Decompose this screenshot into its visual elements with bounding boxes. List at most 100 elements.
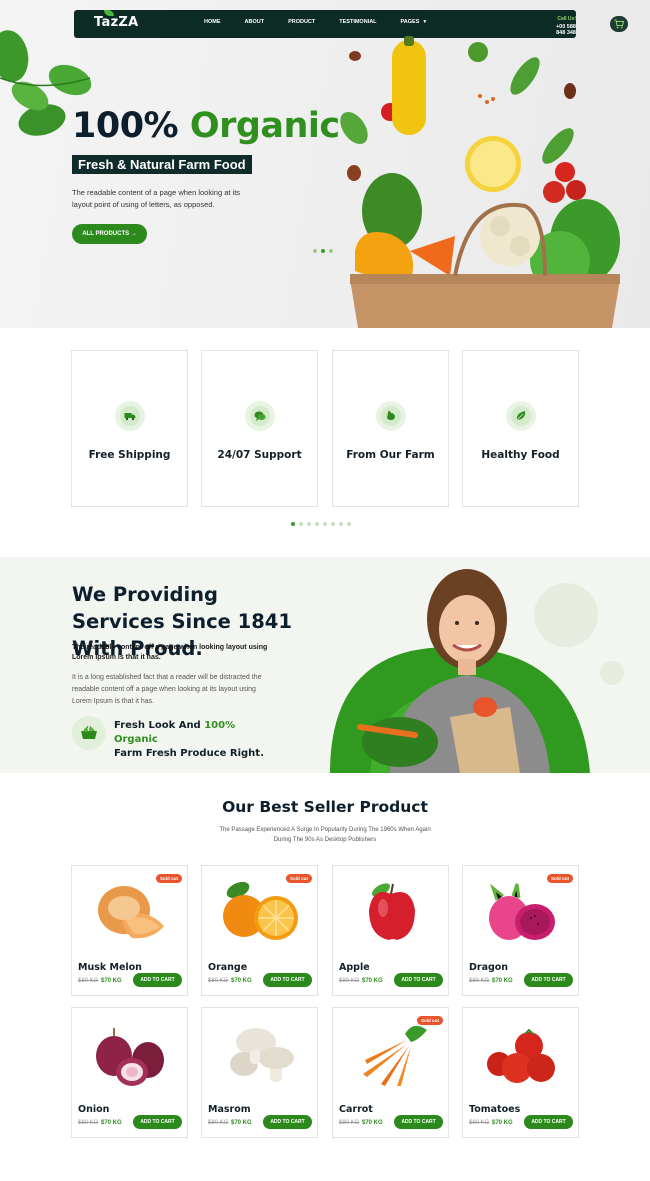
support-chat-icon: [254, 411, 266, 421]
feature-icon-bg: [115, 401, 145, 431]
product-old-price: $80 KG: [78, 978, 99, 984]
feature-card-healthy[interactable]: Healthy Food: [462, 350, 579, 507]
product-card[interactable]: Onion $80 KG $70 KG ADD TO CART: [71, 1007, 188, 1138]
products-description: The Passage Experienced A Surge In Popul…: [219, 827, 431, 843]
woman-with-groceries-image: [330, 569, 624, 773]
product-name: Carrot: [339, 1104, 373, 1115]
slider-dot[interactable]: [331, 522, 335, 526]
feature-label: 24/07 Support: [217, 449, 302, 461]
product-card[interactable]: Sold out Carrot $80 KG $70 KG ADD TO CAR…: [332, 1007, 449, 1138]
logo[interactable]: TazZA: [94, 10, 139, 30]
musk-melon-image: [98, 886, 164, 939]
product-old-price: $80 KG: [208, 978, 229, 984]
feature-card-farm[interactable]: From Our Farm: [332, 350, 449, 507]
product-price: $70 KG: [362, 978, 383, 984]
product-price: $70 KG: [492, 1120, 513, 1126]
all-products-button[interactable]: ALL PRODUCTS →: [72, 224, 147, 244]
product-old-price: $80 KG: [469, 978, 490, 984]
phone-number[interactable]: +00 588 848 348: [546, 24, 576, 36]
add-to-cart-button[interactable]: ADD TO CART: [263, 973, 312, 987]
call-info: Call Us! +00 588 848 348: [546, 16, 576, 36]
slider-dot[interactable]: [323, 522, 327, 526]
call-label: Call Us!: [557, 16, 576, 22]
add-to-cart-button[interactable]: ADD TO CART: [524, 1115, 573, 1129]
product-price: $70 KG: [492, 978, 513, 984]
feature-label: From Our Farm: [346, 449, 435, 461]
carrot-image: [363, 1025, 427, 1086]
orange-image: [223, 881, 298, 940]
rooster-icon: [385, 410, 395, 420]
feature-icon-bg: [376, 401, 406, 431]
services-badge-text: Fresh Look And 100% Organic Farm Fresh Pr…: [114, 720, 264, 759]
basket-icon: [72, 716, 106, 750]
product-card[interactable]: Sold out Musk Melon $80 KG $70 KG ADD TO…: [71, 865, 188, 996]
hero-section: TazZA HOME ABOUT PRODUCT TESTIMONIAL PAG…: [0, 0, 650, 328]
slider-dot[interactable]: [313, 249, 317, 253]
product-card[interactable]: Masrom $80 KG $70 KG ADD TO CART: [201, 1007, 318, 1138]
product-name: Orange: [208, 962, 248, 973]
nav-pages[interactable]: PAGES ▼: [401, 19, 428, 25]
product-old-price: $80 KG: [208, 1120, 229, 1126]
product-name: Apple: [339, 962, 370, 973]
feature-label: Healthy Food: [481, 449, 560, 461]
slider-dot[interactable]: [307, 522, 311, 526]
product-old-price: $80 KG: [78, 1120, 99, 1126]
mushroom-image: [230, 1028, 294, 1082]
product-price: $70 KG: [101, 1120, 122, 1126]
slider-dot[interactable]: [315, 522, 319, 526]
slider-dot[interactable]: [347, 522, 351, 526]
product-old-price: $80 KG: [339, 1120, 360, 1126]
add-to-cart-button[interactable]: ADD TO CART: [394, 1115, 443, 1129]
nav-testimonial[interactable]: TESTIMONIAL: [339, 19, 376, 25]
product-name: Dragon: [469, 962, 509, 973]
product-name: Tomatoes: [469, 1104, 521, 1115]
feature-card-support[interactable]: 24/07 Support: [201, 350, 318, 507]
feature-slider-dots: [291, 522, 351, 526]
chevron-down-icon: ▼: [422, 19, 428, 25]
product-name: Masrom: [208, 1104, 251, 1115]
add-to-cart-button[interactable]: ADD TO CART: [133, 973, 182, 987]
tomatoes-image: [487, 1028, 555, 1083]
feature-card-shipping[interactable]: Free Shipping: [71, 350, 188, 507]
nav-about[interactable]: ABOUT: [245, 19, 265, 25]
top-navbar: TazZA HOME ABOUT PRODUCT TESTIMONIAL PAG…: [74, 10, 628, 38]
product-card[interactable]: Tomatoes $80 KG $70 KG ADD TO CART: [462, 1007, 579, 1138]
product-price: $70 KG: [101, 978, 122, 984]
product-price: $70 KG: [231, 1120, 252, 1126]
nav-links: HOME ABOUT PRODUCT TESTIMONIAL PAGES ▼: [204, 19, 451, 25]
dragon-fruit-image: [489, 883, 555, 940]
add-to-cart-button[interactable]: ADD TO CART: [133, 1115, 182, 1129]
nav-home[interactable]: HOME: [204, 19, 221, 25]
cart-button[interactable]: [610, 16, 628, 32]
leaf-icon: [516, 411, 526, 421]
products-heading: Our Best Seller Product: [222, 798, 428, 816]
product-price: $70 KG: [231, 978, 252, 984]
nav-product[interactable]: PRODUCT: [288, 19, 315, 25]
add-to-cart-button[interactable]: ADD TO CART: [263, 1115, 312, 1129]
services-section: We Providing Services Since 1841 With Pr…: [0, 557, 650, 773]
feature-label: Free Shipping: [88, 449, 171, 461]
product-price: $70 KG: [362, 1120, 383, 1126]
slider-dot[interactable]: [299, 522, 303, 526]
grocery-bag-image: [340, 36, 620, 328]
feature-icon-bg: [506, 401, 536, 431]
feature-icon-bg: [245, 401, 275, 431]
cart-icon: [614, 19, 624, 29]
product-card[interactable]: Sold out Orange $80 KG $70 KG ADD TO CAR…: [201, 865, 318, 996]
product-old-price: $80 KG: [469, 1120, 490, 1126]
slider-dot-active[interactable]: [291, 522, 295, 526]
product-name: Musk Melon: [78, 962, 142, 973]
product-card[interactable]: Sold out Dragon $80 KG $70 KG ADD TO CAR…: [462, 865, 579, 996]
product-card[interactable]: Apple $80 KG $70 KG ADD TO CART: [332, 865, 449, 996]
slider-dot[interactable]: [339, 522, 343, 526]
product-name: Onion: [78, 1104, 110, 1115]
hero-subtitle: Fresh & Natural Farm Food: [72, 155, 252, 174]
hero-title: 100% Organic: [72, 106, 340, 146]
product-old-price: $80 KG: [339, 978, 360, 984]
services-bold-text: The readable content off a page when loo…: [72, 644, 268, 661]
add-to-cart-button[interactable]: ADD TO CART: [524, 973, 573, 987]
apple-image: [369, 883, 415, 940]
add-to-cart-button[interactable]: ADD TO CART: [394, 973, 443, 987]
truck-icon: [124, 413, 136, 421]
onion-image: [96, 1028, 164, 1086]
